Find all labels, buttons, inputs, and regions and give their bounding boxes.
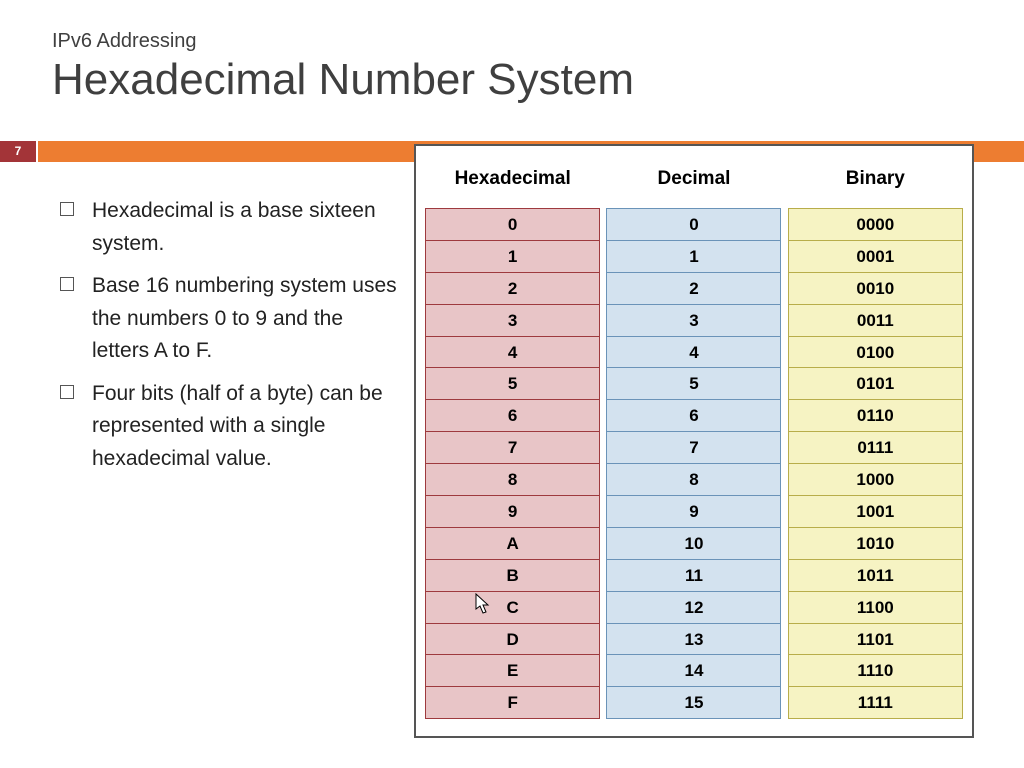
- table-cell-dec: 7: [607, 432, 780, 464]
- table-cell-dec: 6: [607, 400, 780, 432]
- table-cell-hex: 2: [426, 273, 599, 305]
- table-cell-bin: 1111: [789, 687, 962, 719]
- table-cell-dec: 8: [607, 464, 780, 496]
- table-cell-hex: 5: [426, 368, 599, 400]
- table-cell-dec: 5: [607, 368, 780, 400]
- table-cell-hex: 8: [426, 464, 599, 496]
- page-number-badge: 7: [0, 141, 36, 162]
- table-cell-hex: 6: [426, 400, 599, 432]
- table-cell-hex: 7: [426, 432, 599, 464]
- table-cell-bin: 0000: [789, 209, 962, 241]
- table-cell-dec: 0: [607, 209, 780, 241]
- table-cell-bin: 1010: [789, 528, 962, 560]
- table-cell-bin: 1110: [789, 655, 962, 687]
- table-cell-dec: 12: [607, 592, 780, 624]
- table-cell-bin: 0111: [789, 432, 962, 464]
- table-cell-hex: 0: [426, 209, 599, 241]
- column-header-hex: Hexadecimal: [425, 154, 600, 208]
- slide-subtitle: IPv6 Addressing: [52, 30, 1024, 53]
- table-cell-dec: 15: [607, 687, 780, 719]
- table-cell-dec: 3: [607, 305, 780, 337]
- table-cell-hex: B: [426, 560, 599, 592]
- table-cell-hex: 4: [426, 337, 599, 369]
- table-cell-hex: 9: [426, 496, 599, 528]
- table-cell-bin: 0010: [789, 273, 962, 305]
- table-cell-bin: 1000: [789, 464, 962, 496]
- column-binary: Binary 000000010010001101000101011001111…: [788, 154, 963, 730]
- table-cell-hex: E: [426, 655, 599, 687]
- table-cell-dec: 4: [607, 337, 780, 369]
- column-header-bin: Binary: [788, 154, 963, 208]
- column-header-dec: Decimal: [606, 154, 781, 208]
- column-hexadecimal: Hexadecimal 0123456789ABCDEF: [425, 154, 600, 730]
- bullet-item: Hexadecimal is a base sixteen system.: [60, 195, 400, 260]
- table-cell-bin: 1100: [789, 592, 962, 624]
- table-cell-bin: 1001: [789, 496, 962, 528]
- table-cell-bin: 1101: [789, 624, 962, 656]
- table-cell-bin: 0001: [789, 241, 962, 273]
- table-cell-dec: 9: [607, 496, 780, 528]
- table-cell-hex: 1: [426, 241, 599, 273]
- table-cell-bin: 0101: [789, 368, 962, 400]
- bullet-content: Hexadecimal is a base sixteen system. Bas…: [60, 195, 400, 485]
- table-cell-bin: 0011: [789, 305, 962, 337]
- table-cell-bin: 0110: [789, 400, 962, 432]
- table-cell-dec: 10: [607, 528, 780, 560]
- table-cell-hex: F: [426, 687, 599, 719]
- table-cell-dec: 14: [607, 655, 780, 687]
- table-cell-hex: D: [426, 624, 599, 656]
- conversion-table: Hexadecimal 0123456789ABCDEF Decimal 012…: [414, 144, 974, 738]
- table-cell-dec: 13: [607, 624, 780, 656]
- column-decimal: Decimal 0123456789101112131415: [606, 154, 781, 730]
- table-cell-dec: 1: [607, 241, 780, 273]
- table-cell-hex: A: [426, 528, 599, 560]
- bullet-item: Base 16 numbering system uses the number…: [60, 270, 400, 368]
- slide-title: Hexadecimal Number System: [52, 55, 1024, 105]
- table-cell-hex: C: [426, 592, 599, 624]
- table-cell-dec: 2: [607, 273, 780, 305]
- bullet-item: Four bits (half of a byte) can be repres…: [60, 378, 400, 476]
- table-cell-bin: 1011: [789, 560, 962, 592]
- table-cell-bin: 0100: [789, 337, 962, 369]
- table-cell-hex: 3: [426, 305, 599, 337]
- table-cell-dec: 11: [607, 560, 780, 592]
